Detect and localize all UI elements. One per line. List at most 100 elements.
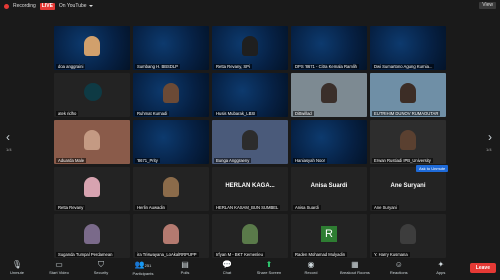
video-tile[interactable]: Anisa Suardi Anisa Suardi xyxy=(291,167,367,211)
participant-name: Retta Revany, SPi xyxy=(214,64,252,69)
participant-name: DPS '8671 - Citra Kemala Ramlih xyxy=(293,64,360,69)
participant-video xyxy=(163,83,179,103)
video-tile[interactable]: Dittwillad xyxy=(291,73,367,117)
video-tile[interactable]: Aduarda Male xyxy=(54,120,130,164)
polls-label: Polls xyxy=(180,270,190,275)
video-tile[interactable]: HERLAN KAGA... HERLAN KASAM_BUN SUMBEL xyxy=(212,167,288,211)
breakout-rooms-icon: ▦ xyxy=(351,260,359,269)
video-tile[interactable]: Erwan Rustiadi IPB_University xyxy=(370,120,446,164)
participant-name: Husis Mubarak_LBSI xyxy=(214,111,258,116)
participant-video xyxy=(400,130,416,150)
participant-name: Retta Revany xyxy=(56,205,86,210)
breakout-rooms-button[interactable]: ▦ Breakout Rooms xyxy=(340,260,370,275)
leave-button[interactable]: Leave xyxy=(469,263,496,273)
video-tile[interactable]: EUTRIHIM DUNOV RUMAOUTAR xyxy=(370,73,446,117)
participant-name: '8671_Prity xyxy=(135,158,160,163)
youtube-status[interactable]: On YouTube xyxy=(59,3,93,9)
participant-name: Haniasyah Noor xyxy=(293,158,328,163)
apps-button[interactable]: ✦ Apps xyxy=(428,260,454,275)
participants-count: 251 xyxy=(144,263,152,268)
video-tile[interactable]: Retta Revany, SPi xyxy=(212,26,288,70)
video-tile[interactable]: Sumbang H. BBSDLP xyxy=(133,26,209,70)
avatar xyxy=(163,224,179,244)
participant-name: Dittwillad xyxy=(293,111,314,116)
security-button[interactable]: ⛉ Security xyxy=(88,260,114,275)
participant-name: Ruhmat Kurnadi xyxy=(135,111,170,116)
reactions-label: Reactions xyxy=(389,270,408,275)
participant-name: Ane Suryani xyxy=(372,205,399,210)
security-label: Security xyxy=(93,270,109,275)
left-page-indicator: 1/4 xyxy=(6,147,12,152)
share-screen-label: Share Screen xyxy=(256,270,282,275)
previous-page-arrow-icon[interactable]: ‹ xyxy=(6,130,10,144)
avatar xyxy=(84,177,100,197)
participant-video xyxy=(242,36,258,56)
live-badge[interactable]: LIVE xyxy=(39,2,55,10)
participants-icon: 👥251 xyxy=(134,260,152,269)
participant-name: Irfyan M - BKT Kemenleu xyxy=(214,252,265,257)
participant-name: atek ridho xyxy=(56,111,79,116)
share-screen-button[interactable]: ⬆ Share Screen xyxy=(256,260,282,275)
video-tile[interactable]: Ane Suryani Ane Suryani xyxy=(370,167,446,211)
unmute-button[interactable]: 🎙 Unmute xyxy=(4,260,30,275)
video-tile[interactable]: Irfyan M - BKT Kemenleu xyxy=(212,214,288,258)
participant-name: Aduarda Male xyxy=(56,158,87,163)
participant-name: Herlin Auwadin xyxy=(135,205,167,210)
meeting-toolbar: 🎙 Unmute ▭ Start Video ⛉ Security 👥251 Parti… xyxy=(0,258,500,280)
participants-label: Participants xyxy=(132,271,154,276)
participant-name: Raden Mohamad Mulyadin xyxy=(293,252,348,257)
top-bar: Recording LIVE On YouTube View xyxy=(0,0,500,12)
video-tile[interactable]: Y. Harry Kusmana xyxy=(370,214,446,258)
participant-name: Dwi Sumartono Agung Kurnia... xyxy=(372,64,435,69)
participant-name: HERLAN KASAM_BUN SUMBEL xyxy=(214,205,281,210)
right-page-indicator: 1/4 xyxy=(486,147,492,152)
participant-display-name: Ane Suryani xyxy=(390,183,426,189)
video-tile[interactable]: ira Triswayana_LoAkalRRPUPP xyxy=(133,214,209,258)
avatar xyxy=(84,224,100,244)
chat-label: Chat xyxy=(222,270,232,275)
participant-name: Sumbang H. BBSDLP xyxy=(135,64,180,69)
participant-display-name: HERLAN KAGA... xyxy=(225,183,275,189)
participant-video xyxy=(321,83,337,103)
video-tile[interactable]: Haniasyah Noor xyxy=(291,120,367,164)
participant-name: Suganda Tumpal Perdamean xyxy=(56,252,115,257)
video-tile[interactable]: Suganda Tumpal Perdamean xyxy=(54,214,130,258)
polls-button[interactable]: ▤ Polls xyxy=(172,260,198,275)
participant-video xyxy=(400,83,416,103)
record-icon: ◉ xyxy=(307,260,315,269)
video-tile[interactable]: DPS '8671 - Citra Kemala Ramlih xyxy=(291,26,367,70)
video-tile[interactable]: Dwi Sumartono Agung Kurnia... xyxy=(370,26,446,70)
breakout-rooms-label: Breakout Rooms xyxy=(340,270,370,275)
youtube-label: On YouTube xyxy=(58,3,87,9)
participant-display-name: Anisa Suardi xyxy=(310,183,348,189)
video-tile[interactable]: Retta Revany xyxy=(54,167,130,211)
view-button[interactable]: View xyxy=(479,2,496,9)
record-button[interactable]: ◉ Record xyxy=(298,260,324,275)
avatar xyxy=(242,224,258,244)
video-tile[interactable]: doa anggraini xyxy=(54,26,130,70)
video-tile[interactable]: Husis Mubarak_LBSI xyxy=(212,73,288,117)
video-tile[interactable]: R Raden Mohamad Mulyadin xyxy=(291,214,367,258)
apps-label: Apps xyxy=(436,270,446,275)
participant-video xyxy=(242,130,258,150)
chat-button[interactable]: 💬 Chat xyxy=(214,260,240,275)
reactions-button[interactable]: ☺ Reactions xyxy=(386,260,412,275)
next-page-arrow-icon[interactable]: › xyxy=(488,130,492,144)
unmute-label: Unmute xyxy=(9,270,24,275)
participant-name: Anisa Suardi xyxy=(293,205,321,210)
video-tile[interactable]: Herlin Auwadin xyxy=(133,167,209,211)
video-tile[interactable]: Bunga Anggraeny xyxy=(212,120,288,164)
participant-name: EUTRIHIM DUNOV RUMAOUTAR xyxy=(372,111,441,116)
video-tile[interactable]: atek ridho xyxy=(54,73,130,117)
recording-label[interactable]: Recording xyxy=(13,3,36,9)
avatar xyxy=(163,177,179,197)
chevron-down-icon xyxy=(88,5,93,7)
video-tile[interactable]: Ruhmat Kurnadi xyxy=(133,73,209,117)
ask-to-unmute-button[interactable]: Ask to Unmute xyxy=(416,165,449,172)
share-screen-icon: ⬆ xyxy=(265,260,273,269)
video-tile[interactable]: '8671_Prity xyxy=(133,120,209,164)
polls-icon: ▤ xyxy=(181,260,189,269)
shield-icon: ⛉ xyxy=(98,260,104,269)
start-video-button[interactable]: ▭ Start Video xyxy=(46,260,72,275)
participants-button[interactable]: 👥251 Participants xyxy=(130,260,156,276)
